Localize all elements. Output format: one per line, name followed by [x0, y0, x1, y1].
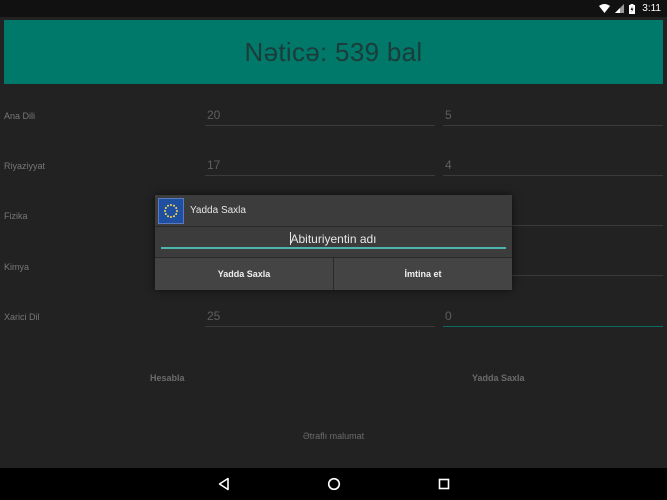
- recents-icon[interactable]: [429, 472, 459, 496]
- status-bar: 3:11: [0, 0, 667, 17]
- dialog-title: Yadda Saxla: [190, 205, 246, 216]
- save-button[interactable]: Yadda Saxla: [472, 373, 525, 383]
- score-field-ana-dili-1[interactable]: 20: [205, 108, 435, 126]
- result-text: Nəticə: 539 bal: [244, 36, 423, 67]
- more-info-link[interactable]: Ətraflı malumat: [0, 431, 667, 441]
- dialog-header: Yadda Saxla: [155, 195, 512, 227]
- score-field-xarici-dil-2[interactable]: 0: [443, 309, 663, 327]
- home-icon[interactable]: [319, 472, 349, 496]
- score-field-riyaziyyat-2[interactable]: 4: [443, 158, 663, 176]
- score-field-xarici-dil-1[interactable]: 25: [205, 309, 435, 327]
- dialog-buttons: Yadda Saxla İmtina et: [155, 257, 512, 290]
- dialog-cancel-button[interactable]: İmtina et: [333, 258, 512, 290]
- battery-icon: [629, 3, 636, 14]
- name-input[interactable]: Abituriyentin adı: [161, 232, 506, 249]
- score-field-ana-dili-2[interactable]: 5: [443, 108, 663, 126]
- result-banner: Nəticə: 539 bal: [4, 20, 663, 84]
- save-dialog: Yadda Saxla Abituriyentin adı Yadda Saxl…: [155, 195, 512, 290]
- wifi-icon: [599, 4, 611, 13]
- dialog-save-button[interactable]: Yadda Saxla: [155, 258, 333, 290]
- name-input-value: Abituriyentin adı: [290, 232, 377, 246]
- row-label-kimya: Kimya: [4, 262, 30, 272]
- signal-icon: [615, 4, 625, 13]
- row-label-ana-dili: Ana Dili: [4, 111, 36, 121]
- eu-flag-icon: [158, 197, 184, 224]
- navigation-bar: [0, 468, 667, 500]
- row-label-riyaziyyat: Riyaziyyat: [4, 161, 46, 171]
- calculate-button[interactable]: Hesabla: [150, 373, 185, 383]
- back-icon[interactable]: [209, 472, 239, 496]
- status-time: 3:11: [642, 3, 661, 14]
- score-field-riyaziyyat-1[interactable]: 17: [205, 158, 435, 176]
- row-label-fizika: Fizika: [4, 211, 28, 221]
- row-label-xarici-dil: Xarici Dil: [4, 312, 40, 322]
